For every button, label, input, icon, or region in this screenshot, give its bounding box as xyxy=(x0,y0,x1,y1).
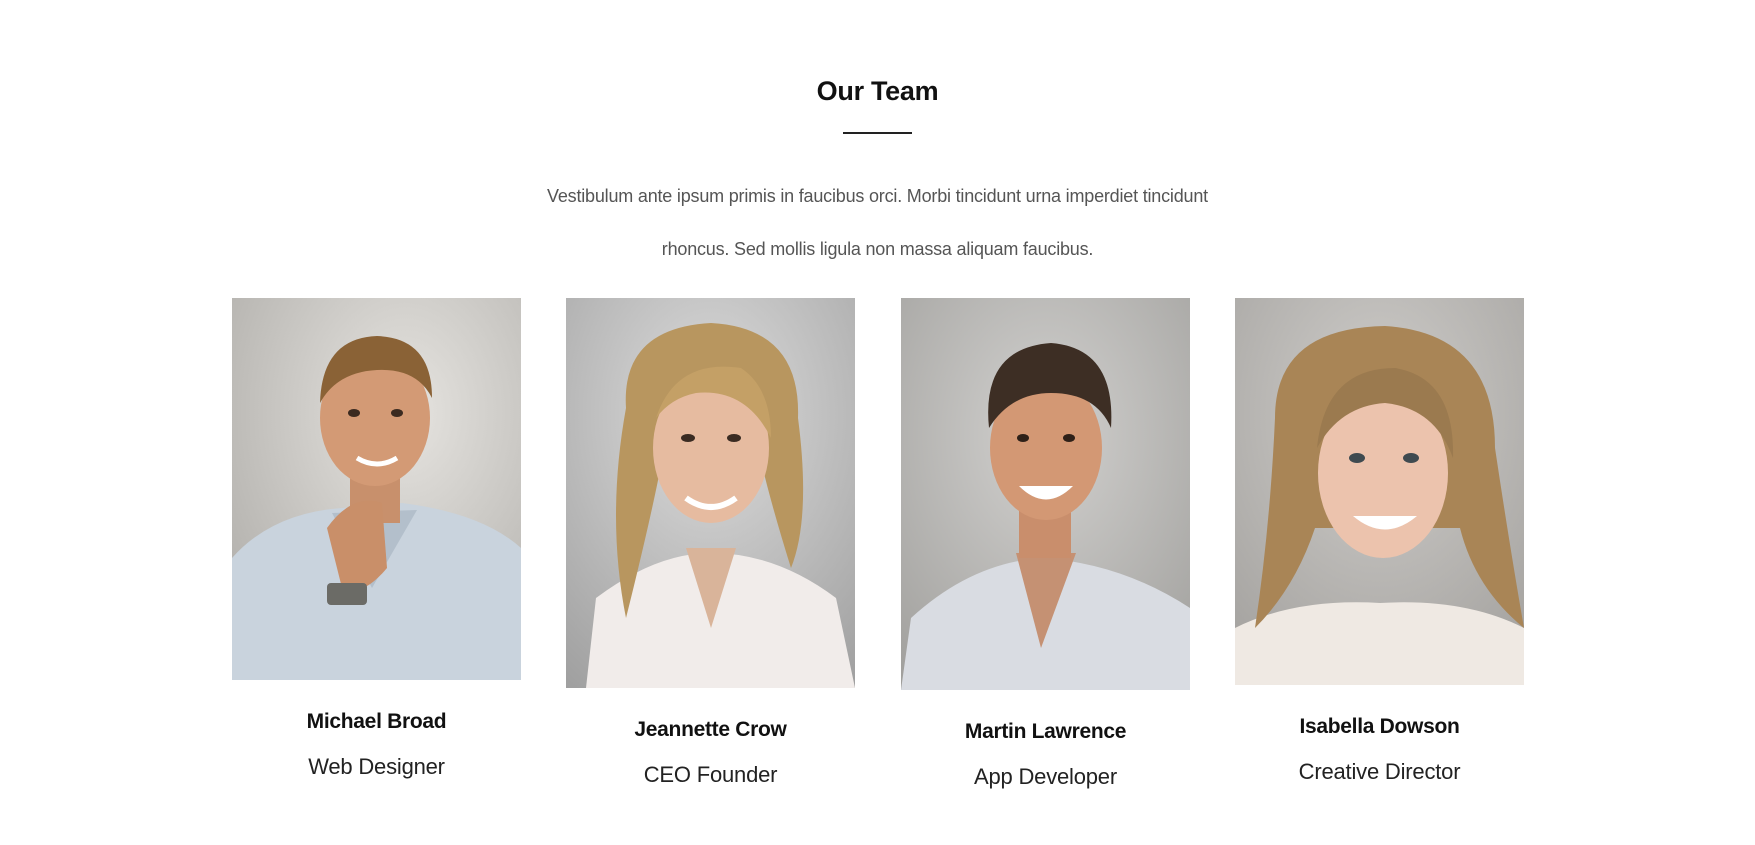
team-member-role: Creative Director xyxy=(1298,759,1461,784)
section-intro: Vestibulum ante ipsum primis in faucibus… xyxy=(547,186,1208,259)
title-divider xyxy=(843,132,912,134)
team-member-photo xyxy=(232,298,521,680)
team-member-name: Jeannette Crow xyxy=(634,718,787,741)
portrait-woman-photo xyxy=(566,298,855,688)
team-member-role: Web Designer xyxy=(308,754,445,779)
team-member-card: Isabella Dowson Creative Director xyxy=(1235,298,1524,784)
team-section: Our Team Vestibulum ante ipsum primis in… xyxy=(0,0,1755,845)
team-member-card: Martin Lawrence App Developer xyxy=(901,298,1190,789)
team-member-name: Michael Broad xyxy=(306,710,447,733)
portrait-man-photo xyxy=(901,298,1190,690)
portrait-woman-photo xyxy=(1235,298,1524,685)
team-member-card: Michael Broad Web Designer xyxy=(232,298,521,779)
team-member-role: CEO Founder xyxy=(643,762,778,787)
section-title: Our Team xyxy=(816,76,939,106)
team-member-photo xyxy=(901,298,1190,690)
portrait-man-photo xyxy=(232,298,521,680)
team-member-card: Jeannette Crow CEO Founder xyxy=(566,298,855,787)
team-member-photo xyxy=(566,298,855,688)
team-member-name: Martin Lawrence xyxy=(964,720,1127,743)
team-member-name: Isabella Dowson xyxy=(1299,715,1460,738)
team-member-photo xyxy=(1235,298,1524,685)
team-member-role: App Developer xyxy=(974,764,1117,789)
